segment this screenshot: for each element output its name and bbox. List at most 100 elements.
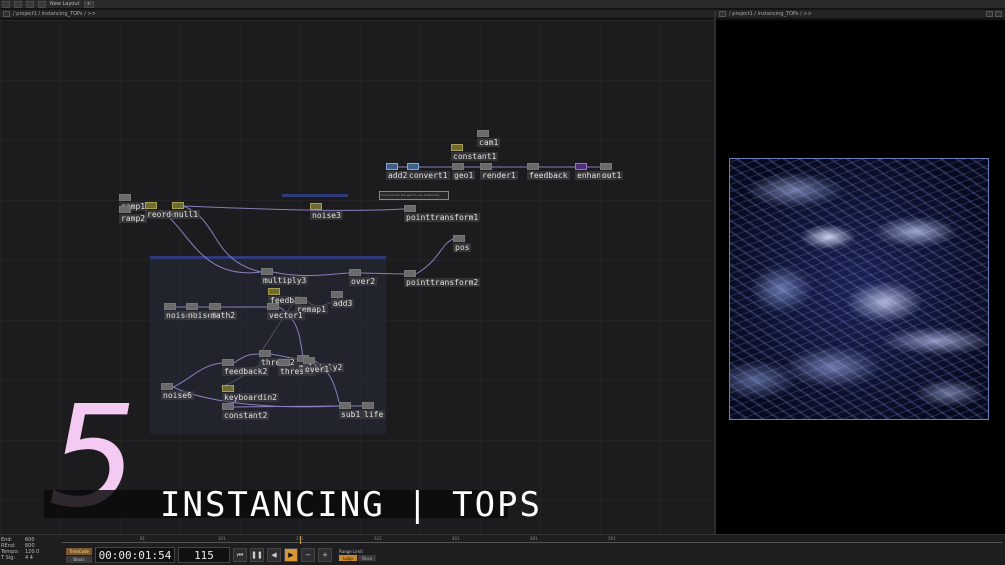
node-tile[interactable]: [145, 202, 157, 209]
ruler-tick-label: 401: [452, 536, 460, 541]
node-tile[interactable]: [331, 291, 343, 298]
node-label: convert1: [407, 171, 450, 180]
plus-icon[interactable]: +: [318, 548, 332, 562]
viewer-pane[interactable]: [716, 20, 1005, 534]
menu-button[interactable]: [14, 0, 22, 8]
node-tile[interactable]: [404, 205, 416, 212]
ruler-tick-label: 561: [608, 536, 616, 541]
node-tile[interactable]: [339, 402, 351, 409]
menu-button[interactable]: [2, 0, 10, 8]
node-tile[interactable]: [527, 163, 539, 170]
render-preview: [729, 158, 989, 420]
node-tile[interactable]: [477, 130, 489, 137]
node-label: render1: [480, 171, 518, 180]
node-label: null1: [172, 210, 201, 219]
node-tile[interactable]: [600, 163, 612, 170]
ruler-tick-label: 161: [218, 536, 226, 541]
network-pane-bar: / project1 / instancing_TOPs / >>: [0, 10, 714, 19]
node-label: over1: [303, 365, 332, 374]
network-editor[interactable]: Connect into the geo to use instancing c…: [0, 20, 714, 534]
node-tile[interactable]: [267, 303, 279, 310]
node-tile[interactable]: [172, 202, 184, 209]
add-layout-button[interactable]: +: [83, 0, 94, 8]
timeline-stats: End: 600 REnd: 600 Tempo: 120.0 T Sig: 4 4: [0, 537, 58, 561]
node-tile[interactable]: [480, 163, 492, 170]
minus-icon[interactable]: −: [301, 548, 315, 562]
rewind-icon[interactable]: ⏮: [233, 548, 247, 562]
menu-bar: New Layout +: [0, 0, 1005, 9]
node-label: ramp2: [119, 214, 148, 223]
menu-button[interactable]: [26, 0, 34, 8]
menu-button[interactable]: [38, 0, 46, 8]
node-label: multiply3: [261, 276, 309, 285]
node-label: life: [362, 410, 386, 419]
node-tile[interactable]: [407, 163, 419, 170]
node-tile[interactable]: [119, 194, 131, 201]
node-tile[interactable]: [453, 235, 465, 242]
network-path[interactable]: / project1 / instancing_TOPs / >>: [13, 11, 96, 17]
node-tile[interactable]: [386, 163, 398, 170]
node-tile[interactable]: [303, 357, 315, 364]
stat-value[interactable]: 4 4: [25, 555, 33, 561]
range-limit: Range Limit Loop Once: [339, 549, 376, 561]
node-tile[interactable]: [295, 297, 307, 304]
wire: [182, 205, 405, 211]
ruler-tick-label: 481: [530, 536, 538, 541]
node-tile[interactable]: [222, 403, 234, 410]
once-button[interactable]: Once: [358, 555, 376, 561]
node-tile[interactable]: [222, 359, 234, 366]
node-label: constant1: [451, 152, 499, 161]
frame-field[interactable]: 115: [178, 547, 230, 563]
node-label: math2: [209, 311, 238, 320]
node-tile[interactable]: [164, 303, 176, 310]
node-tile[interactable]: [119, 206, 131, 213]
node-tile[interactable]: [451, 144, 463, 151]
loop-button[interactable]: Loop: [339, 555, 357, 561]
node-tile[interactable]: [278, 359, 290, 366]
range-limit-label: Range Limit: [339, 549, 363, 554]
node-label: keyboardin2: [222, 393, 279, 402]
split-icon[interactable]: [986, 11, 993, 17]
node-tile[interactable]: [575, 163, 587, 170]
viewer-pane-bar: / project1 / instancing_TOPs / >>: [716, 10, 1005, 19]
node-tile[interactable]: [404, 270, 416, 277]
ruler-tick-label: 321: [374, 536, 382, 541]
node-label: cam1: [477, 138, 501, 147]
node-tile[interactable]: [310, 203, 322, 210]
node-tile[interactable]: [161, 383, 173, 390]
node-label: vector1: [267, 311, 305, 320]
wire: [415, 238, 454, 275]
node-tile[interactable]: [452, 163, 464, 170]
node-tile[interactable]: [349, 269, 361, 276]
maximize-icon[interactable]: [995, 11, 1002, 17]
play-icon[interactable]: ▶: [284, 548, 298, 562]
node-tile[interactable]: [261, 268, 273, 275]
pane-type-icon[interactable]: [719, 11, 726, 17]
timeline-ruler[interactable]: 81 161 241 321 401 481 561: [62, 536, 1002, 544]
step-back-icon[interactable]: ◀: [267, 548, 281, 562]
touchdesigner-window: New Layout + / project1 / instancing_TOP…: [0, 0, 1005, 565]
ruler-tick-label: 81: [140, 536, 146, 541]
beats-toggle[interactable]: Beats: [66, 555, 92, 563]
node-label: pointtransform2: [404, 278, 481, 287]
node-tile[interactable]: [259, 350, 271, 357]
pause-icon[interactable]: ❚❚: [250, 548, 264, 562]
node-tile[interactable]: [362, 402, 374, 409]
layout-label[interactable]: New Layout: [50, 1, 80, 7]
node-tile[interactable]: [268, 288, 280, 295]
node-label: feedback: [527, 171, 570, 180]
node-tile[interactable]: [209, 303, 221, 310]
viewer-path[interactable]: / project1 / instancing_TOPs / >>: [729, 11, 812, 17]
pane-type-icon[interactable]: [3, 11, 10, 17]
node-tile[interactable]: [186, 303, 198, 310]
timecode-toggle[interactable]: TimeCode: [66, 547, 92, 555]
node-label: over2: [349, 277, 378, 286]
node-label: constant2: [222, 411, 270, 420]
timecode-display[interactable]: 00:00:01:54: [95, 547, 175, 563]
ruler-tick-label: 241: [296, 536, 304, 541]
node-label: noise6: [161, 391, 194, 400]
node-tile[interactable]: [222, 385, 234, 392]
node-label: geo1: [452, 171, 476, 180]
node-label: pos: [453, 243, 472, 252]
node-label: out1: [600, 171, 624, 180]
